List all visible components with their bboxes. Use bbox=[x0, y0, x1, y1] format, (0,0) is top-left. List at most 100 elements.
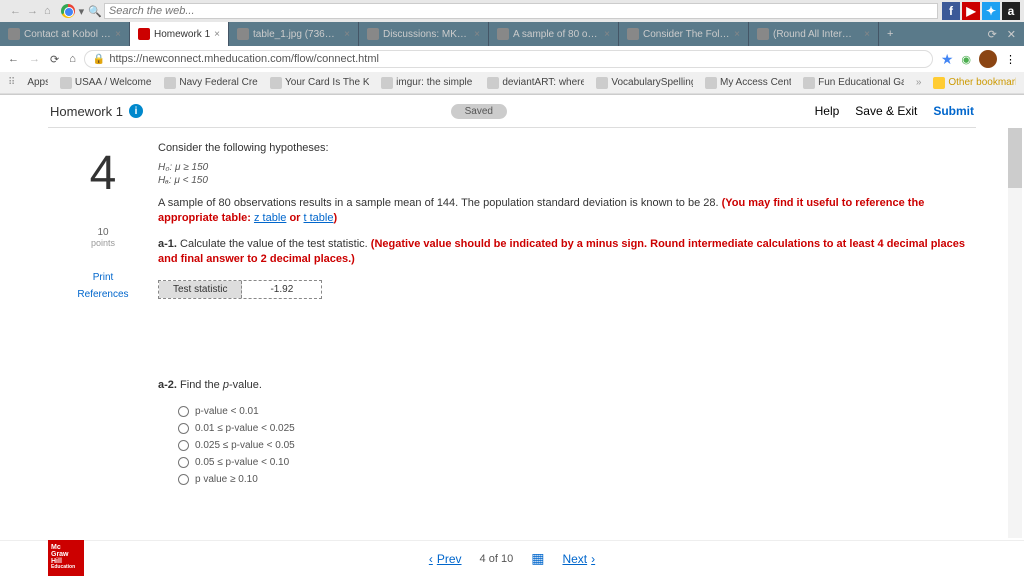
tab-2[interactable]: table_1.jpg (736×1757)× bbox=[229, 22, 359, 46]
bookmark-item[interactable]: Navy Federal Credit bbox=[164, 77, 258, 89]
submit-link[interactable]: Submit bbox=[933, 104, 974, 118]
radio-option-4[interactable]: p value ≥ 0.10 bbox=[158, 471, 976, 488]
reload-icon[interactable]: ⟳ bbox=[50, 53, 59, 66]
logo-line: Mc bbox=[51, 544, 81, 551]
back-icon[interactable]: ← bbox=[8, 53, 19, 66]
bookmark-item[interactable]: imgur: the simple im bbox=[381, 77, 475, 89]
stat-label: Test statistic bbox=[159, 281, 242, 298]
t-table-link[interactable]: t table bbox=[304, 212, 334, 224]
h0-text: H₀: μ ≥ 150 bbox=[158, 162, 976, 173]
print-link[interactable]: Print bbox=[48, 272, 158, 283]
bookmark-item[interactable]: My Access Center bbox=[705, 77, 791, 89]
app-icon[interactable]: ✦ bbox=[982, 2, 1000, 20]
opt-label: p value ≥ 0.10 bbox=[195, 474, 258, 485]
back-arrow-icon[interactable]: ← bbox=[10, 5, 21, 17]
question-body: Consider the following hypotheses: H₀: μ… bbox=[158, 138, 976, 528]
bookmark-label: imgur: the simple im bbox=[396, 77, 475, 88]
facebook-icon[interactable]: f bbox=[942, 2, 960, 20]
tab-4[interactable]: A sample of 80 observ× bbox=[489, 22, 619, 46]
bookmark-item[interactable]: Fun Educational Gam bbox=[803, 77, 904, 89]
chevron-right-icon: › bbox=[591, 552, 595, 566]
bookmark-favicon bbox=[270, 77, 282, 89]
tab-label: Contact at Kobol Chap bbox=[24, 29, 111, 40]
bookmark-item[interactable]: VocabularySpellingC bbox=[596, 77, 693, 89]
tab-close-icon[interactable]: × bbox=[115, 29, 121, 40]
tab-0[interactable]: Contact at Kobol Chap × bbox=[0, 22, 130, 46]
save-exit-link[interactable]: Save & Exit bbox=[855, 104, 917, 118]
z-table-link[interactable]: z table bbox=[254, 212, 286, 224]
bookmark-item[interactable]: USAA / Welcome to bbox=[60, 77, 152, 89]
tab-close-icon[interactable]: × bbox=[344, 29, 350, 40]
tab-6[interactable]: (Round All Intermediat× bbox=[749, 22, 879, 46]
bookmark-favicon bbox=[164, 77, 176, 89]
chrome-icon bbox=[61, 4, 75, 18]
grid-icon[interactable]: ▦ bbox=[531, 550, 544, 567]
mcgraw-logo: Mc Graw Hill Education bbox=[48, 540, 84, 576]
scroll-thumb[interactable] bbox=[1008, 128, 1022, 188]
tab-add-button[interactable]: + bbox=[879, 22, 901, 46]
tab-favicon bbox=[497, 28, 509, 40]
bookmark-favicon bbox=[487, 77, 499, 89]
bookmark-item[interactable]: Apps bbox=[27, 77, 48, 88]
other-bookmarks[interactable]: Other bookmarks bbox=[933, 77, 1016, 89]
radio-input[interactable] bbox=[178, 457, 189, 468]
scrollbar[interactable] bbox=[1008, 128, 1022, 538]
bookmark-item[interactable]: Your Card Is The Key bbox=[270, 77, 369, 89]
close-window-icon[interactable]: ✕ bbox=[1007, 28, 1016, 41]
tabs-row: Contact at Kobol Chap × Homework 1× table… bbox=[0, 22, 1024, 46]
stat-value-input[interactable]: -1.92 bbox=[242, 281, 321, 298]
bookmark-label: Other bookmarks bbox=[948, 77, 1016, 88]
test-statistic-table: Test statistic -1.92 bbox=[158, 280, 322, 299]
points-value: 10 bbox=[48, 227, 158, 238]
tab-close-icon[interactable]: × bbox=[474, 29, 480, 40]
header-links: Help Save & Exit Submit bbox=[815, 104, 974, 118]
homework-title: Homework 1 i bbox=[50, 104, 143, 119]
radio-option-2[interactable]: 0.025 ≤ p-value < 0.05 bbox=[158, 437, 976, 454]
browser-chrome: ← → ⌂ ▾ 🔍 f ▶ ✦ a Contact at Kobol Chap×… bbox=[0, 0, 1024, 95]
url-input[interactable]: 🔒 https://newconnect.mheducation.com/flo… bbox=[84, 50, 933, 68]
home-icon[interactable]: ⌂ bbox=[44, 5, 51, 17]
forward-arrow-icon[interactable]: → bbox=[27, 5, 38, 17]
tab-favicon bbox=[627, 28, 639, 40]
forward-icon[interactable]: → bbox=[29, 53, 40, 66]
profile-avatar[interactable] bbox=[979, 50, 997, 68]
youtube-icon[interactable]: ▶ bbox=[962, 2, 980, 20]
menu-icon[interactable]: ⋮ bbox=[1005, 53, 1016, 66]
reload-icon[interactable]: ⟳ bbox=[988, 28, 997, 41]
radio-option-1[interactable]: 0.01 ≤ p-value < 0.025 bbox=[158, 420, 976, 437]
next-button[interactable]: Next› bbox=[562, 552, 595, 566]
radio-option-3[interactable]: 0.05 ≤ p-value < 0.10 bbox=[158, 454, 976, 471]
tab-favicon bbox=[237, 28, 249, 40]
tab-close-icon[interactable]: × bbox=[864, 29, 870, 40]
radio-input[interactable] bbox=[178, 406, 189, 417]
tab-close-icon[interactable]: × bbox=[734, 29, 740, 40]
help-link[interactable]: Help bbox=[815, 104, 840, 118]
url-row: ← → ⟳ ⌂ 🔒 https://newconnect.mheducation… bbox=[0, 46, 1024, 72]
saved-badge: Saved bbox=[451, 104, 507, 119]
prev-button[interactable]: ‹Prev bbox=[429, 552, 462, 566]
home-icon[interactable]: ⌂ bbox=[69, 53, 76, 66]
tab-5[interactable]: Consider The Follown× bbox=[619, 22, 749, 46]
or-text: or bbox=[286, 212, 303, 224]
a1-label: a-1. bbox=[158, 238, 177, 250]
info-icon[interactable]: i bbox=[129, 104, 143, 118]
radio-input[interactable] bbox=[178, 440, 189, 451]
bookmark-label: Apps bbox=[27, 77, 48, 88]
amazon-icon[interactable]: a bbox=[1002, 2, 1020, 20]
search-input[interactable] bbox=[104, 3, 938, 19]
tab-1[interactable]: Homework 1× bbox=[130, 22, 229, 46]
references-link[interactable]: References bbox=[48, 289, 158, 300]
bookmark-star-icon[interactable]: ★ bbox=[941, 51, 954, 68]
tab-close-icon[interactable]: × bbox=[604, 29, 610, 40]
radio-input[interactable] bbox=[178, 474, 189, 485]
extension-icon[interactable]: ◉ bbox=[961, 53, 971, 66]
apps-icon[interactable]: ⠿ bbox=[8, 77, 15, 88]
dropdown-icon[interactable]: ▾ bbox=[79, 5, 85, 18]
top-right-icons: f ▶ ✦ a bbox=[942, 2, 1020, 20]
bookmark-item[interactable]: deviantART: where A bbox=[487, 77, 584, 89]
logo-line: Education bbox=[51, 565, 81, 570]
tab-close-icon[interactable]: × bbox=[214, 29, 220, 40]
tab-3[interactable]: Discussions: MKT 210× bbox=[359, 22, 489, 46]
radio-option-0[interactable]: p-value < 0.01 bbox=[158, 403, 976, 420]
radio-input[interactable] bbox=[178, 423, 189, 434]
